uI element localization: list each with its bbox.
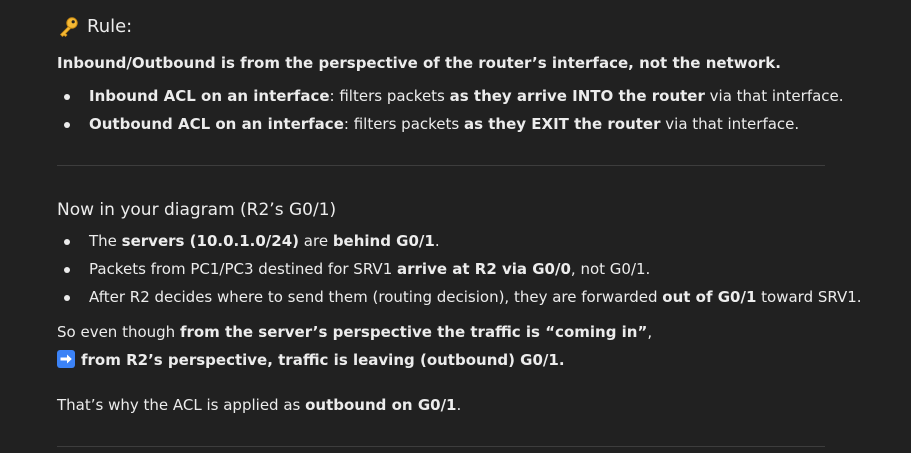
text-segment: toward SRV1. (756, 288, 862, 306)
inbound-tail: via that interface. (704, 87, 844, 105)
outbound-tail: via that interface. (660, 115, 800, 133)
text-segment: Packets from PC1/PC3 destined for SRV1 (89, 260, 398, 278)
servers-subnet: servers (10.0.1.0/24) (121, 232, 300, 250)
text-segment: . (456, 396, 462, 414)
outbound-term: Outbound ACL on an interface (89, 115, 344, 133)
list-item: Packets from PC1/PC3 destined for SRV1 a… (57, 255, 837, 283)
outbound-emphasis: as they EXIT the router (463, 115, 661, 133)
exit-interface: out of G0/1 (662, 288, 757, 306)
list-item: Inbound ACL on an interface: filters pac… (57, 82, 844, 110)
inbound-emphasis: as they arrive INTO the router (449, 87, 705, 105)
right-arrow-icon (57, 350, 75, 368)
rule-heading: Rule: (57, 14, 132, 40)
list-item: After R2 decides where to send them (rou… (57, 283, 862, 311)
rule-lead-text: Inbound/Outbound is from the perspective… (57, 54, 781, 72)
outbound-text: : filters packets (343, 115, 464, 133)
router-perspective: from R2’s perspective, traffic is leavin… (81, 351, 565, 369)
divider (57, 165, 825, 166)
inbound-term: Inbound ACL on an interface (89, 87, 330, 105)
text-segment: , (647, 323, 653, 341)
text-segment: After R2 decides where to send them (rou… (89, 288, 663, 306)
list-item: The servers (10.0.1.0/24) are behind G0/… (57, 227, 837, 255)
rule-title: Rule: (87, 16, 133, 37)
diagram-heading: Now in your diagram (R2’s G0/1) (57, 200, 337, 220)
rule-list: Inbound ACL on an interface: filters pac… (57, 82, 844, 138)
conclusion-line-1: So even though from the server’s perspec… (57, 320, 652, 344)
key-icon (60, 17, 78, 37)
inbound-text: : filters packets (329, 87, 450, 105)
behind-interface: behind G0/1 (332, 232, 435, 250)
text-segment: So even though (57, 323, 180, 341)
text-segment: The (89, 232, 122, 250)
text-segment: . (434, 232, 440, 250)
server-perspective: from the server’s perspective the traffi… (179, 323, 648, 341)
text-segment: , not G0/1. (570, 260, 651, 278)
text-segment: That’s why the ACL is applied as (57, 396, 306, 414)
conclusion-line-2: from R2’s perspective, traffic is leavin… (57, 348, 565, 372)
acl-direction: outbound on G0/1 (305, 396, 457, 414)
text-segment: are (299, 232, 333, 250)
conclusion-line-3: That’s why the ACL is applied as outboun… (57, 393, 461, 417)
divider (57, 446, 825, 447)
arrival-interface: arrive at R2 via G0/0 (397, 260, 571, 278)
diagram-list: The servers (10.0.1.0/24) are behind G0/… (57, 227, 862, 311)
list-item: Outbound ACL on an interface: filters pa… (57, 110, 837, 138)
